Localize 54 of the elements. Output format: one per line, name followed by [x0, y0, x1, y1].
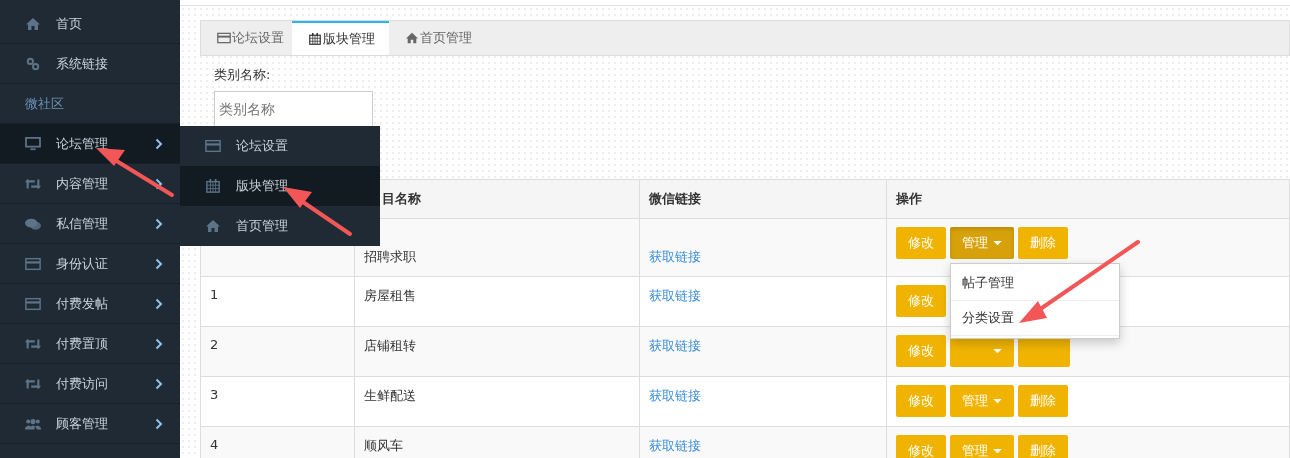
menu-item[interactable]: 帖子管理	[951, 266, 1119, 301]
get-link[interactable]: 获取链接	[649, 438, 701, 453]
calendar-icon	[205, 179, 221, 193]
table-cell: 房屋租售	[354, 276, 640, 327]
get-link[interactable]: 获取链接	[649, 388, 701, 403]
calendar-icon	[308, 33, 322, 45]
monitor-icon	[25, 136, 41, 151]
get-link[interactable]: 获取链接	[649, 288, 701, 303]
chevron-right-icon	[155, 417, 163, 430]
field-label: 类别名称:	[214, 66, 272, 84]
table-cell: 4	[210, 437, 219, 452]
chevron-right-icon	[155, 217, 163, 230]
retweet-icon	[25, 176, 41, 191]
card-icon	[25, 296, 41, 311]
tab[interactable]: 版块管理	[292, 21, 389, 55]
chevron-right-icon	[155, 377, 163, 390]
submenu-item[interactable]: 论坛设置	[180, 126, 380, 166]
chevron-right-icon	[155, 177, 163, 190]
table-cell: 生鲜配送	[354, 376, 640, 427]
column-header: 目名称	[382, 191, 421, 206]
home-icon	[205, 219, 221, 233]
column-header: 微信链接	[649, 191, 701, 206]
caret-icon	[993, 240, 1002, 246]
retweet-icon	[25, 376, 41, 391]
home-icon	[405, 32, 419, 44]
get-link[interactable]: 获取链接	[649, 249, 701, 264]
chevron-right-icon	[155, 337, 163, 350]
retweet-icon	[25, 336, 41, 351]
table-cell: 3	[210, 387, 219, 402]
card-icon	[205, 139, 221, 153]
table-cell: 顺风车	[354, 426, 640, 458]
get-link[interactable]: 获取链接	[649, 338, 701, 353]
caret-icon	[993, 398, 1002, 404]
column-header: 操作	[896, 191, 922, 206]
link-icon	[25, 56, 41, 71]
card-icon	[25, 256, 41, 271]
chevron-right-icon	[155, 257, 163, 270]
chevron-right-icon	[155, 137, 163, 150]
comments-icon	[25, 216, 41, 231]
home-icon	[25, 16, 41, 31]
category-name-field[interactable]: 类别名称	[214, 91, 373, 127]
tab[interactable]: 首页管理	[389, 21, 480, 55]
tab[interactable]: 论坛设置	[201, 21, 292, 55]
sidebar-item[interactable]: 论坛管理	[0, 124, 180, 164]
table-cell: 店铺租转	[354, 326, 640, 377]
caret-icon	[993, 448, 1002, 454]
submenu-item[interactable]: 版块管理	[180, 166, 380, 206]
caret-icon	[993, 348, 1002, 354]
table-cell: 招聘求职	[354, 218, 640, 277]
chevron-right-icon	[155, 297, 163, 310]
table-cell: 2	[210, 337, 219, 352]
card-icon	[217, 32, 231, 44]
users-icon	[25, 416, 41, 431]
table-cell: 1	[210, 287, 219, 302]
